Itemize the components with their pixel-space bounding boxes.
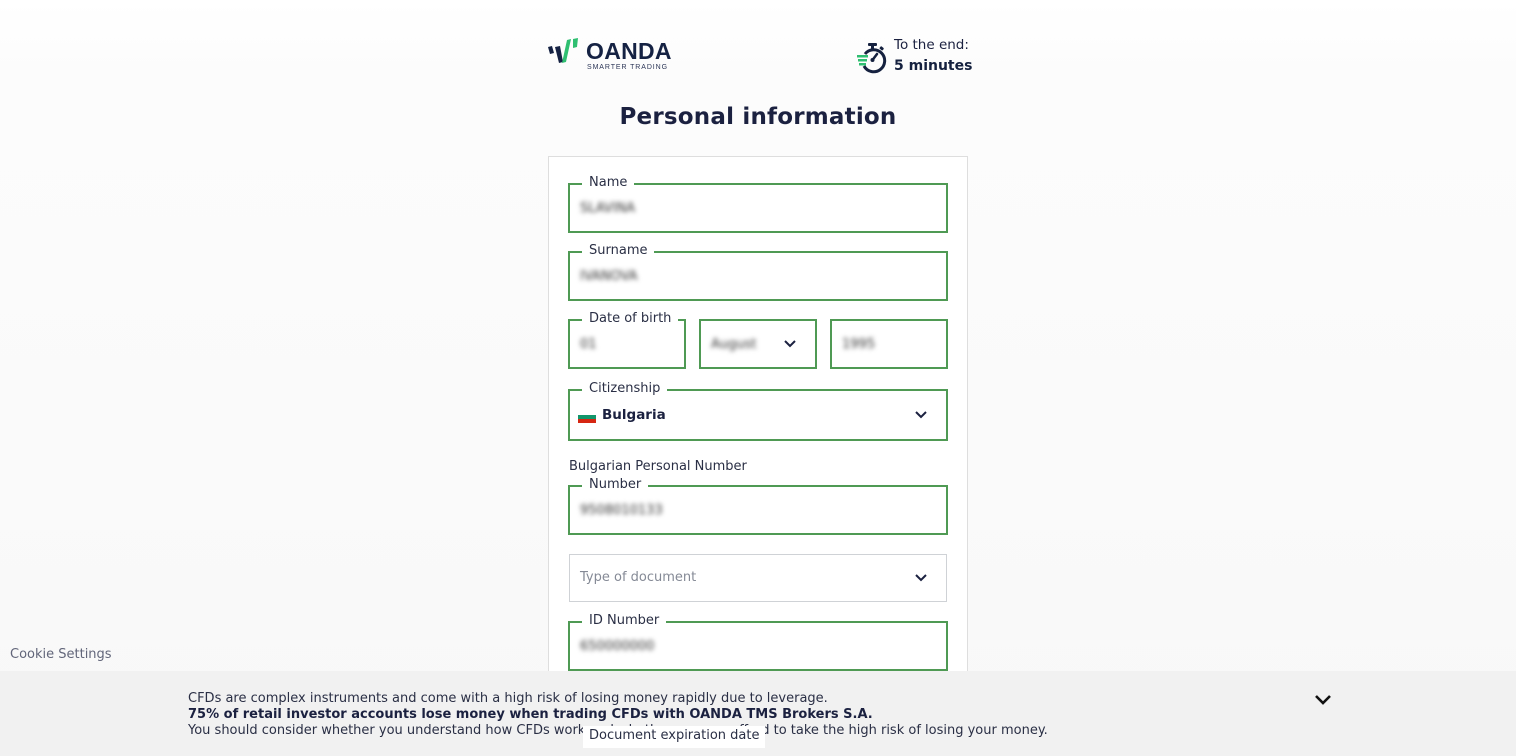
logo-wordmark: OANDA xyxy=(586,38,672,64)
id-number-value[interactable]: 650000000 xyxy=(580,639,654,654)
birth-year-value[interactable]: 1995 xyxy=(842,337,875,352)
citizenship-value: Bulgaria xyxy=(602,407,666,423)
personal-number-section-label: Bulgarian Personal Number xyxy=(569,459,747,474)
cookie-settings-link[interactable]: Cookie Settings xyxy=(10,647,112,662)
name-value[interactable]: SLAVINA xyxy=(580,201,635,216)
birth-day-field[interactable]: Date of birth 01 xyxy=(568,311,686,369)
citizenship-select[interactable]: Citizenship Bulgaria xyxy=(568,381,948,441)
name-label: Name xyxy=(582,175,635,191)
chevron-down-icon[interactable] xyxy=(1313,693,1333,707)
bulgaria-flag-icon xyxy=(578,411,596,423)
logo-tagline: SMARTER TRADING xyxy=(587,64,668,71)
risk-warning-line-2: 75% of retail investor accounts lose mon… xyxy=(188,707,873,722)
document-type-placeholder: Type of document xyxy=(580,570,697,585)
personal-number-field[interactable]: Number 9508010133 xyxy=(568,477,948,535)
birth-day-value[interactable]: 01 xyxy=(580,337,597,352)
id-number-label: ID Number xyxy=(582,613,667,629)
birth-month-value[interactable]: August xyxy=(711,337,757,352)
page-title: Personal information xyxy=(619,104,897,130)
timer-value: 5 minutes xyxy=(894,58,973,74)
personal-number-value[interactable]: 9508010133 xyxy=(580,503,663,518)
personal-number-label: Number xyxy=(582,477,649,493)
surname-label: Surname xyxy=(582,243,655,259)
id-number-field[interactable]: ID Number 650000000 xyxy=(568,613,948,671)
chevron-down-icon[interactable] xyxy=(783,339,797,349)
surname-value[interactable]: IVANOVA xyxy=(580,269,637,284)
birth-year-field[interactable]: 1995 xyxy=(830,319,948,369)
expiration-date-label: Document expiration date xyxy=(583,726,766,748)
header: OANDA SMARTER TRADING To the end: 5 minu… xyxy=(548,34,972,78)
oanda-logo[interactable]: OANDA SMARTER TRADING xyxy=(548,34,672,74)
document-type-select[interactable]: Type of document xyxy=(569,554,947,602)
chevron-down-icon[interactable] xyxy=(914,573,928,583)
timer-label: To the end: xyxy=(894,37,969,53)
time-remaining: To the end: 5 minutes xyxy=(856,36,972,76)
birth-month-select[interactable]: August xyxy=(699,319,817,369)
name-field[interactable]: Name SLAVINA xyxy=(568,175,948,233)
oanda-logo-icon xyxy=(548,38,578,63)
citizenship-label: Citizenship xyxy=(582,381,668,397)
date-of-birth-label: Date of birth xyxy=(582,311,679,327)
chevron-down-icon[interactable] xyxy=(914,410,928,420)
surname-field[interactable]: Surname IVANOVA xyxy=(568,243,948,301)
stopwatch-icon xyxy=(857,43,887,74)
risk-warning-line-1: CFDs are complex instruments and come wi… xyxy=(188,691,828,706)
